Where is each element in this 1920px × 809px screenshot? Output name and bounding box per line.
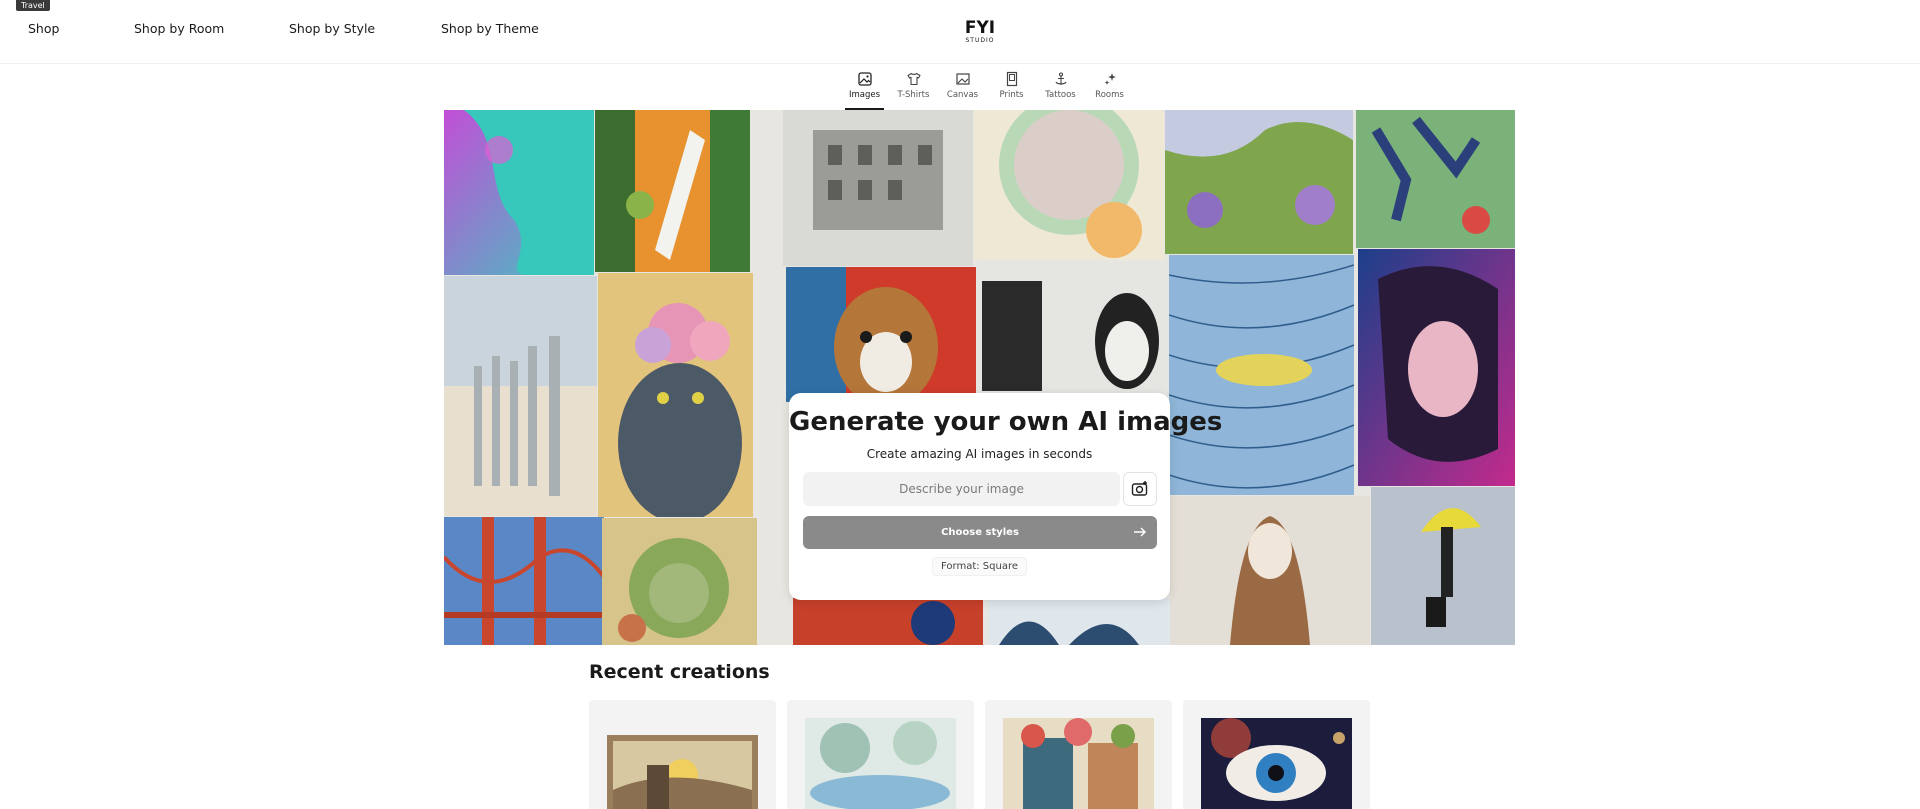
collage-image-watercolor-bubble [974, 110, 1164, 260]
tab-images[interactable]: Images [840, 70, 889, 110]
recent-creation-image-old-man [607, 735, 758, 809]
nav-shop-by-room[interactable]: Shop by Room [134, 21, 224, 36]
collage-image-building-sketch [783, 110, 973, 266]
choose-styles-label: Choose styles [941, 527, 1019, 538]
collage-image-fish-lines [1169, 255, 1354, 495]
collage-image-dog [786, 267, 976, 402]
tab-t-shirts[interactable]: T-Shirts [889, 70, 938, 110]
tshirt-icon [906, 72, 921, 86]
tab-tattoos[interactable]: Tattoos [1036, 70, 1085, 110]
upload-image-button[interactable] [1123, 472, 1157, 506]
collage-image-bridge [444, 517, 604, 645]
tab-label: Images [848, 90, 881, 100]
collage-image-leaves [989, 598, 1172, 645]
nav-shop[interactable]: Shop [28, 21, 59, 36]
prompt-input[interactable] [803, 472, 1120, 506]
nav-shop-by-style[interactable]: Shop by Style [289, 21, 375, 36]
recent-creations-heading: Recent creations [589, 661, 770, 683]
collage-image-face [444, 110, 594, 275]
recent-creation-card[interactable] [589, 700, 776, 809]
tab-label: Canvas [946, 90, 979, 100]
camera-plus-icon [1131, 481, 1148, 496]
nav-shop-by-theme[interactable]: Shop by Theme [441, 21, 539, 36]
sparkle-icon [1104, 73, 1116, 85]
canvas-icon [955, 73, 970, 85]
recent-creation-card[interactable] [787, 700, 974, 809]
recent-creation-image-cosmic-eye [1201, 718, 1352, 809]
collage-image-umbrella [1371, 487, 1515, 645]
fyi-studio-logo[interactable]: FYI STUDIO [960, 14, 1000, 44]
svg-text:STUDIO: STUDIO [966, 37, 995, 44]
collage-image-garden [1165, 110, 1353, 254]
hero-collage: Generate your own AI images Create amazi… [444, 110, 1515, 645]
product-tabs: Images T-Shirts Canvas Prints Tattoos Ro… [840, 70, 1134, 110]
format-label: Format: Square [932, 557, 1027, 576]
tattoo-icon [1054, 72, 1067, 85]
collage-image-fruit-painting [595, 110, 750, 272]
print-icon [1006, 71, 1017, 87]
generator-title: Generate your own AI images [789, 407, 1223, 437]
format-selector[interactable]: Format: Square [789, 557, 1170, 576]
tab-label: Prints [999, 90, 1024, 100]
svg-text:FYI: FYI [965, 18, 995, 38]
recent-creation-image-flower-street [1003, 718, 1154, 809]
tab-label: T-Shirts [897, 90, 930, 100]
image-icon [857, 72, 872, 86]
collage-image-dancers [1356, 110, 1515, 248]
collage-image-beach-fence [444, 276, 597, 516]
collage-image-trees [602, 518, 757, 645]
site-header: Shop Shop by Room Shop by Style Shop by … [0, 0, 1920, 64]
recent-creation-card[interactable] [985, 700, 1172, 809]
collage-image-cat-flowers [598, 273, 753, 517]
tab-rooms[interactable]: Rooms [1085, 70, 1134, 110]
tab-prints[interactable]: Prints [987, 70, 1036, 110]
collage-image-anime-girl [1358, 249, 1515, 486]
collage-image-woman-hair [1170, 496, 1370, 645]
recent-creation-image-watercolor-pool [805, 718, 956, 809]
collage-image-abstract-red [793, 598, 983, 645]
generator-card: Generate your own AI images Create amazi… [789, 393, 1223, 600]
generator-subtitle: Create amazing AI images in seconds [866, 447, 1093, 461]
tab-label: Tattoos [1045, 90, 1076, 100]
arrow-right-icon [1134, 527, 1146, 537]
tab-label: Rooms [1095, 90, 1124, 100]
recent-creation-card[interactable] [1183, 700, 1370, 809]
tab-canvas[interactable]: Canvas [938, 70, 987, 110]
choose-styles-button[interactable]: Choose styles [803, 516, 1157, 549]
